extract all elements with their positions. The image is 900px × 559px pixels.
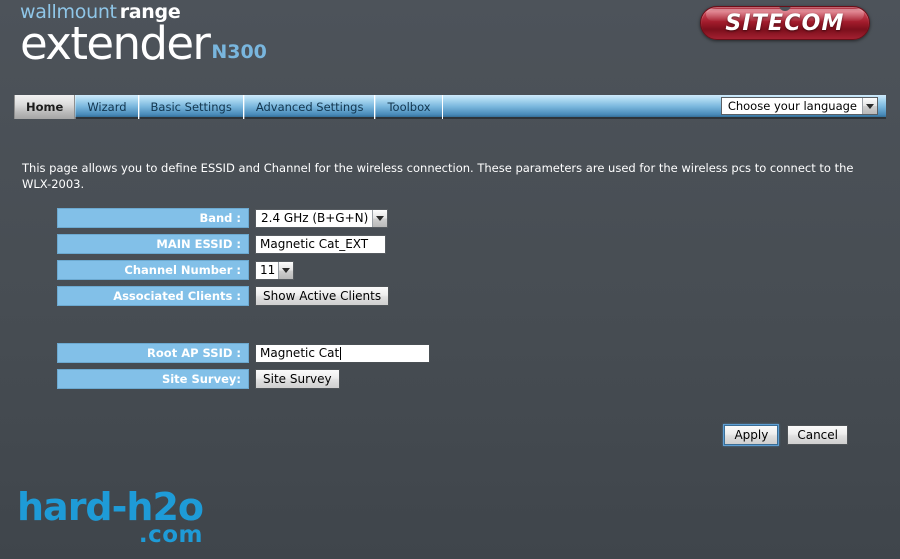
label-root-ap-ssid: Root AP SSID :: [57, 343, 249, 363]
channel-number-select-value: 11: [260, 262, 276, 277]
wireless-settings-form: Band : 2.4 GHz (B+G+N) MAIN ESSID : Magn…: [57, 208, 857, 395]
root-ap-ssid-input[interactable]: Magnetic Cat: [255, 343, 430, 363]
sitecom-logo: SITECOM: [700, 6, 870, 40]
channel-number-select[interactable]: 11: [255, 260, 295, 280]
chevron-down-icon[interactable]: [278, 261, 294, 279]
form-row-channel-number: Channel Number : 11: [57, 260, 857, 280]
form-row-main-essid: MAIN ESSID : Magnetic Cat_EXT: [57, 234, 857, 254]
label-channel-number: Channel Number :: [57, 260, 249, 280]
language-select[interactable]: Choose your language: [720, 97, 878, 115]
tab-basic-settings-label: Basic Settings: [150, 100, 232, 114]
main-essid-input[interactable]: Magnetic Cat_EXT: [255, 234, 386, 254]
field-associated-clients: Show Active Clients: [249, 286, 390, 306]
brand-product-name: extender N300: [20, 21, 267, 77]
watermark-main-text: hard-h2o: [17, 485, 204, 529]
label-site-survey: Site Survey:: [57, 369, 249, 389]
cancel-button[interactable]: Cancel: [787, 425, 848, 445]
form-action-buttons: Apply Cancel: [724, 425, 848, 445]
tab-home[interactable]: Home: [14, 95, 76, 119]
field-band: 2.4 GHz (B+G+N): [249, 208, 389, 228]
site-survey-button[interactable]: Site Survey: [255, 369, 340, 389]
page-header: wallmount range extender N300 SITECOM: [0, 0, 900, 88]
band-select[interactable]: 2.4 GHz (B+G+N): [255, 208, 389, 228]
label-associated-clients: Associated Clients :: [57, 286, 249, 306]
tab-toolbox[interactable]: Toolbox: [375, 95, 443, 119]
brand-model-n300: N300: [211, 41, 267, 63]
main-navigation-bar: Home Wizard Basic Settings Advanced Sett…: [14, 95, 886, 119]
sitecom-logo-text: SITECOM: [725, 11, 845, 36]
field-main-essid: Magnetic Cat_EXT: [249, 234, 386, 254]
chevron-down-icon[interactable]: [372, 209, 388, 227]
form-row-associated-clients: Associated Clients : Show Active Clients: [57, 286, 857, 306]
label-band: Band :: [57, 208, 249, 228]
tab-advanced-settings-label: Advanced Settings: [255, 100, 364, 114]
tab-home-label: Home: [26, 100, 64, 114]
field-site-survey: Site Survey: [249, 369, 340, 389]
watermark: hard-h2o .com: [17, 485, 204, 547]
tab-wizard[interactable]: Wizard: [75, 95, 139, 119]
show-active-clients-button[interactable]: Show Active Clients: [255, 286, 390, 306]
label-main-essid: MAIN ESSID :: [57, 234, 249, 254]
root-ap-ssid-input-value: Magnetic Cat: [260, 345, 340, 360]
field-channel-number: 11: [249, 260, 295, 280]
form-row-root-ap-ssid: Root AP SSID : Magnetic Cat: [57, 343, 857, 363]
text-caret: [340, 346, 342, 360]
tab-toolbox-label: Toolbox: [387, 100, 431, 114]
chevron-down-icon[interactable]: [862, 98, 877, 114]
language-select-value: Choose your language: [727, 99, 857, 113]
form-row-site-survey: Site Survey: Site Survey: [57, 369, 857, 389]
page-description: This page allows you to define ESSID and…: [22, 161, 854, 191]
apply-button[interactable]: Apply: [724, 425, 779, 445]
field-root-ap-ssid: Magnetic Cat: [249, 343, 430, 363]
language-selector-wrapper: Choose your language: [720, 95, 886, 117]
tab-advanced-settings[interactable]: Advanced Settings: [243, 95, 376, 119]
band-select-value: 2.4 GHz (B+G+N): [261, 210, 369, 225]
tab-wizard-label: Wizard: [87, 100, 127, 114]
brand-logotype: wallmount range extender N300: [20, 2, 267, 77]
form-row-band: Band : 2.4 GHz (B+G+N): [57, 208, 857, 228]
main-essid-input-value: Magnetic Cat_EXT: [260, 236, 369, 251]
tab-basic-settings[interactable]: Basic Settings: [138, 95, 244, 119]
brand-word-extender: extender: [20, 17, 211, 70]
